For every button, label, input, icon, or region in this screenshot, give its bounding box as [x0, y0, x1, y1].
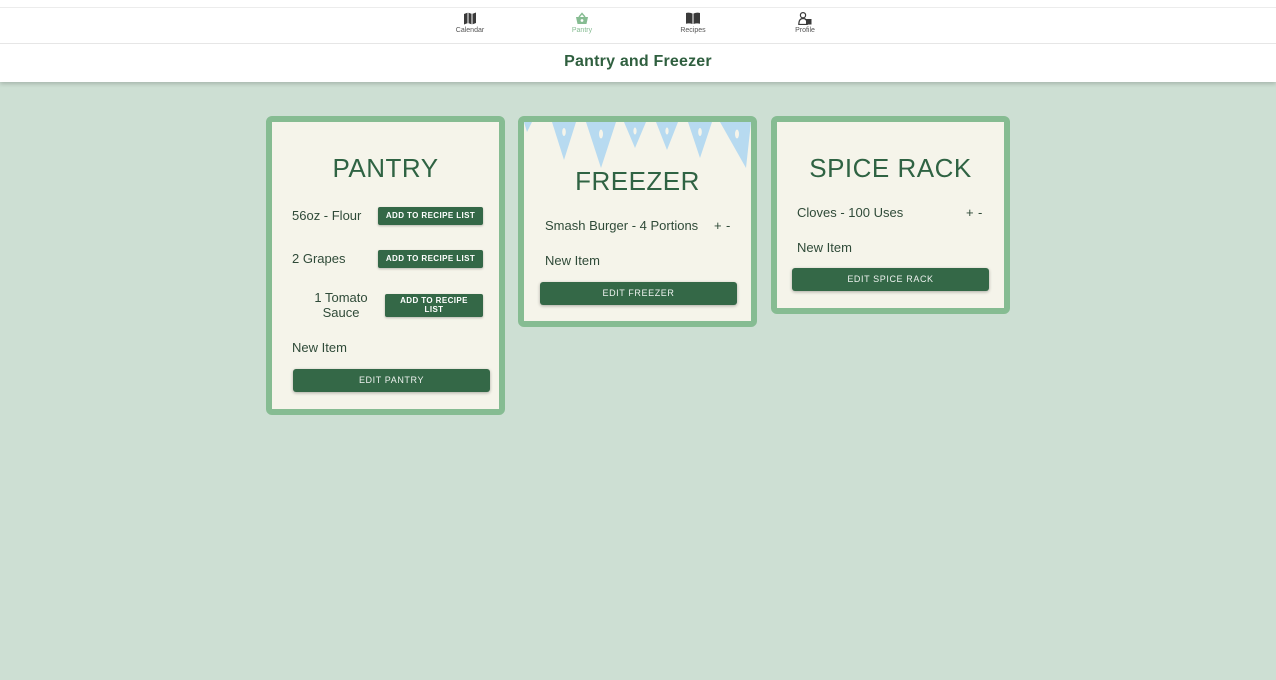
basket-icon	[576, 12, 588, 24]
pantry-item-label: 2 Grapes	[292, 251, 346, 266]
tab-profile[interactable]: Profile	[760, 12, 850, 34]
map-icon	[464, 12, 476, 25]
tab-calendar[interactable]: Calendar	[425, 12, 515, 34]
tab-pantry[interactable]: Pantry	[537, 12, 627, 34]
add-to-recipe-list-button[interactable]: ADD TO RECIPE LIST	[378, 207, 483, 225]
decrement-button[interactable]: -	[978, 205, 982, 220]
tab-pantry-label: Pantry	[571, 27, 593, 34]
edit-freezer-button[interactable]: EDIT FREEZER	[540, 282, 737, 305]
book-icon	[686, 12, 700, 24]
pantry-item-label-line1: 1 Tomato	[314, 290, 368, 305]
increment-button[interactable]: +	[966, 205, 974, 220]
tab-calendar-label: Calendar	[455, 27, 485, 34]
spice-rack-card: SPICE RACK Cloves - 100 Uses + - New Ite…	[771, 116, 1010, 314]
pantry-card: PANTRY 56oz - Flour ADD TO RECIPE LIST 2…	[266, 116, 505, 415]
pantry-item-label-line2: Sauce	[322, 305, 360, 320]
freezer-title: FREEZER	[575, 166, 700, 196]
freezer-card: FREEZER Smash Burger - 4 Portions + - Ne…	[518, 116, 757, 327]
pantry-item-label: 56oz - Flour	[292, 208, 362, 223]
pantry-title: PANTRY	[332, 153, 439, 183]
new-item-field[interactable]: New Item	[797, 240, 852, 255]
add-to-recipe-list-button[interactable]: ADD TO RECIPE LIST	[378, 250, 483, 268]
button-line2: LIST	[424, 304, 444, 314]
edit-pantry-button[interactable]: EDIT PANTRY	[293, 369, 490, 392]
profile-icon	[798, 12, 812, 25]
new-item-field[interactable]: New Item	[292, 340, 347, 355]
increment-button[interactable]: +	[714, 218, 722, 233]
new-item-field[interactable]: New Item	[545, 253, 600, 268]
add-to-recipe-list-button[interactable]: ADD TO RECIPE LIST	[385, 294, 483, 317]
tab-profile-label: Profile	[795, 27, 815, 34]
tab-bar: Calendar Pantry Recipes Profile	[0, 7, 1276, 44]
spice-rack-item-label: Cloves - 100 Uses	[797, 205, 904, 220]
tab-recipes-label: Recipes	[680, 27, 706, 34]
freezer-item-label: Smash Burger - 4 Portions	[545, 218, 699, 233]
pantry-item-label: 1 Tomato Sauce	[292, 290, 390, 320]
spice-rack-title: SPICE RACK	[809, 153, 972, 183]
decrement-button[interactable]: -	[726, 218, 730, 233]
top-bar: Calendar Pantry Recipes Profile Pantry a…	[0, 0, 1276, 82]
edit-spice-rack-button[interactable]: EDIT SPICE RACK	[792, 268, 989, 291]
page-title: Pantry and Freezer	[564, 53, 712, 70]
tab-recipes[interactable]: Recipes	[648, 12, 738, 34]
